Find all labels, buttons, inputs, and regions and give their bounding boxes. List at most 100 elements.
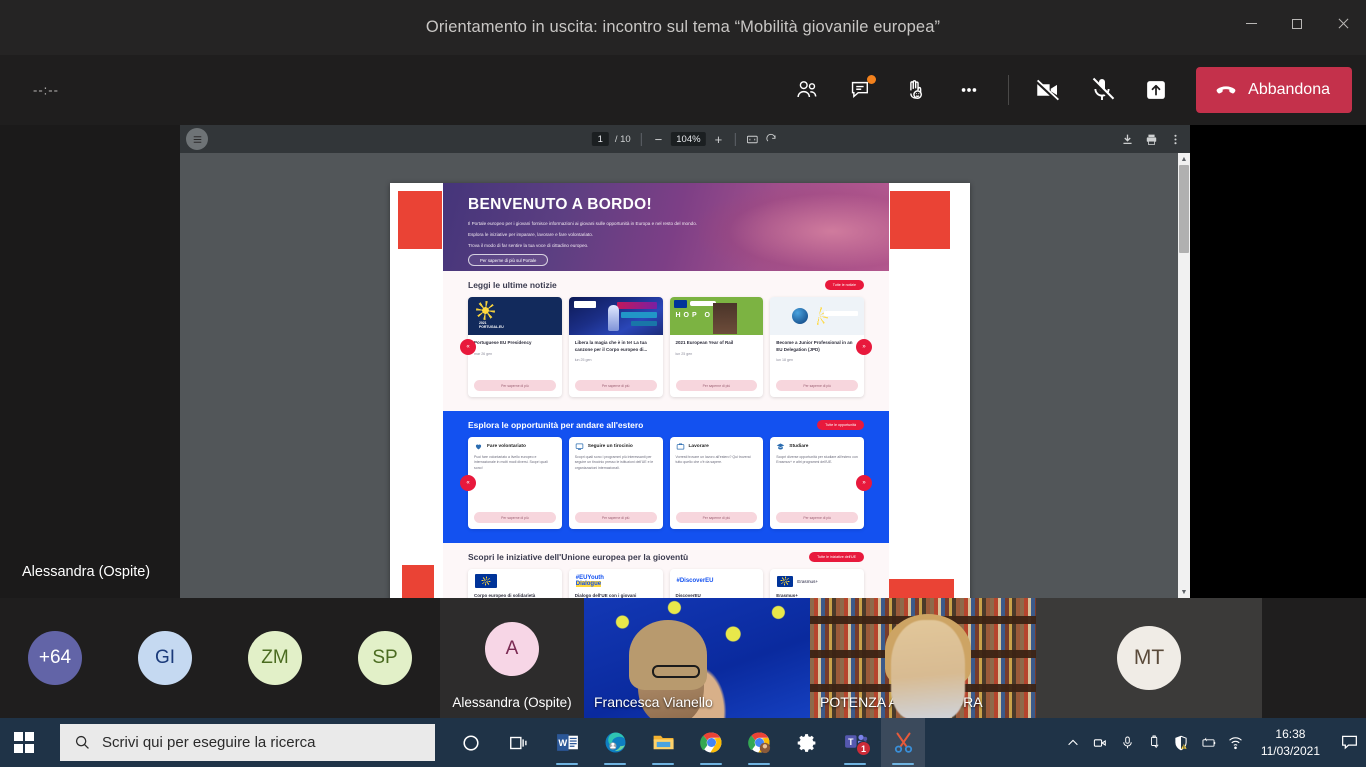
usb-eject-button[interactable] xyxy=(1141,718,1168,767)
pdf-more-button[interactable] xyxy=(1169,133,1182,146)
show-conversation-button[interactable] xyxy=(837,68,885,112)
scroll-down-arrow[interactable]: ▼ xyxy=(1178,586,1190,598)
pdf-download-button[interactable] xyxy=(1121,133,1134,146)
participant-tile-mt[interactable]: MT xyxy=(1036,598,1262,718)
news-card-cta[interactable]: Per saperne di più xyxy=(776,380,858,391)
opportunities-all-pill[interactable]: Tutte le opportunità xyxy=(817,420,864,430)
settings-button[interactable] xyxy=(785,718,829,767)
news-prev-arrow[interactable]: « xyxy=(460,339,476,355)
action-center-button[interactable] xyxy=(1332,718,1366,767)
news-card-thumb xyxy=(568,297,663,335)
opportunity-head: Studiare xyxy=(770,437,864,451)
news-all-pill[interactable]: Tutte le notizie xyxy=(824,280,864,290)
news-card[interactable]: 2021 PORTUGAL.EU Portuguese EU Presidency… xyxy=(468,297,562,397)
participants-roster: +64 GI ZM SP A Alessandra (Ospite) Franc xyxy=(0,598,1366,718)
pdf-print-button[interactable] xyxy=(1145,133,1158,146)
news-card-cta[interactable]: Per saperne di più xyxy=(574,380,657,391)
globe-shape xyxy=(792,308,809,324)
pdf-zoom-out-button[interactable]: − xyxy=(652,132,666,147)
video-tile-potenza-alessandra[interactable]: POTENZA ALESSANDRA xyxy=(810,598,1036,718)
opportunity-cta[interactable]: Per saperne di più xyxy=(675,512,758,523)
toggle-mic-button[interactable] xyxy=(1078,68,1126,112)
erasmus-eu-flag xyxy=(777,575,794,587)
snipping-tool-button[interactable] xyxy=(881,718,925,767)
initiative-card[interactable]: Corpo europeo di solidarietà Il Corpo eu… xyxy=(468,569,562,598)
news-card[interactable]: Libera la magia che è in te! La tua canz… xyxy=(568,297,663,397)
security-shield-button[interactable] xyxy=(1168,718,1195,767)
chrome-profile-button[interactable] xyxy=(737,718,781,767)
thumb-pill-block xyxy=(689,301,716,306)
pdf-scrollbar[interactable]: ▲ ▼ xyxy=(1178,153,1190,598)
leave-meeting-button[interactable]: Abbandona xyxy=(1196,67,1352,113)
pdf-page-input[interactable]: 1 xyxy=(591,132,609,146)
microphone-tray-button[interactable] xyxy=(1114,718,1141,767)
pdf-zoom-in-button[interactable]: + xyxy=(712,132,726,147)
cortana-button[interactable] xyxy=(449,718,493,767)
pdf-canvas[interactable]: BENVENUTO A BORDO! Il Portale europeo pe… xyxy=(180,153,1190,598)
taskbar-search-box[interactable]: Scrivi qui per eseguire la ricerca xyxy=(60,724,435,761)
reactions-button[interactable] xyxy=(891,68,939,112)
initiatives-title: Scopri le iniziative dell'Unione europea… xyxy=(468,552,689,562)
toggle-camera-button[interactable] xyxy=(1024,68,1072,112)
initiative-card[interactable]: #DiscoverEU DiscoverEU DiscoverEU è un'i… xyxy=(669,569,764,598)
opportunity-card[interactable]: Lavorare Vorresti trovare un lavoro all'… xyxy=(669,437,764,529)
window-controls xyxy=(1228,0,1366,47)
opportunity-card[interactable]: Seguire un tirocinio Scopri quali sono i… xyxy=(568,437,663,529)
opportunity-card[interactable]: Fare volontariato Puoi fare volontariato… xyxy=(468,437,562,529)
minimize-button[interactable] xyxy=(1228,0,1274,47)
file-explorer-button[interactable] xyxy=(641,718,685,767)
overflow-count-tile[interactable]: +64 xyxy=(0,598,110,718)
toolbar-divider-2 xyxy=(735,132,737,146)
video-tile-francesca-vianello[interactable]: Francesca Vianello xyxy=(584,598,810,718)
hero-cta-button[interactable]: Per saperne di più sul Portale xyxy=(468,254,549,266)
show-participants-button[interactable] xyxy=(783,68,831,112)
share-content-button[interactable] xyxy=(1132,68,1180,112)
search-placeholder: Scrivi qui per eseguire la ricerca xyxy=(102,734,316,751)
opportunities-next-arrow[interactable]: » xyxy=(856,475,872,491)
pdf-scrollbar-thumb[interactable] xyxy=(1179,165,1189,253)
more-actions-button[interactable] xyxy=(945,68,993,112)
video-person-silhouette xyxy=(891,619,966,718)
hero-banner: BENVENUTO A BORDO! Il Portale europeo pe… xyxy=(443,183,889,271)
news-card-cta[interactable]: Per saperne di più xyxy=(474,380,556,391)
initiative-card[interactable]: #EUYouth Dialogue Dialogo dell'UE con i … xyxy=(568,569,663,598)
opportunity-cta[interactable]: Per saperne di più xyxy=(474,512,556,523)
erasmus-plus-logo: Erasmus+ xyxy=(797,578,819,584)
participant-tile-zm[interactable]: ZM xyxy=(220,598,330,718)
opportunity-cta[interactable]: Per saperne di più xyxy=(574,512,657,523)
opportunities-prev-arrow[interactable]: « xyxy=(460,475,476,491)
news-next-arrow[interactable]: » xyxy=(856,339,872,355)
chrome-button[interactable] xyxy=(689,718,733,767)
news-header: Leggi le ultime notizie Tutte le notizie xyxy=(443,280,889,290)
opportunity-cta[interactable]: Per saperne di più xyxy=(776,512,858,523)
opportunity-card[interactable]: Studiare Scopri diverse opportunità per … xyxy=(770,437,864,529)
camera-tray-button[interactable] xyxy=(1087,718,1114,767)
initiative-card[interactable]: Erasmus+ Erasmus+ Erasmus+ è un programm… xyxy=(770,569,864,598)
close-button[interactable] xyxy=(1320,0,1366,47)
document-content: BENVENUTO A BORDO! Il Portale europeo pe… xyxy=(443,183,889,598)
edge-button[interactable] xyxy=(593,718,637,767)
news-card-cta[interactable]: Per saperne di più xyxy=(675,380,758,391)
show-hidden-icons-button[interactable] xyxy=(1060,718,1087,767)
battery-button[interactable] xyxy=(1195,718,1222,767)
participant-tile-sp[interactable]: SP xyxy=(330,598,440,718)
scroll-up-arrow[interactable]: ▲ xyxy=(1178,153,1190,165)
edge-icon xyxy=(605,732,625,753)
start-button[interactable] xyxy=(0,718,48,767)
initiatives-all-pill[interactable]: Tutte le iniziative dell'UE xyxy=(809,552,864,562)
news-card[interactable]: Become a Junior Professional in an EU De… xyxy=(770,297,864,397)
pdf-fit-page-button[interactable] xyxy=(746,133,759,146)
pdf-rotate-button[interactable] xyxy=(765,133,778,146)
participant-tile-gi[interactable]: GI xyxy=(110,598,220,718)
participant-tile-alessandra[interactable]: A Alessandra (Ospite) xyxy=(440,598,584,718)
task-view-button[interactable] xyxy=(497,718,541,767)
initiatives-carousel: « » Corpo europeo di solidarietà xyxy=(443,569,889,598)
news-card[interactable]: HOP ON! 2021 European Year of Rail lun 2… xyxy=(669,297,764,397)
maximize-button[interactable] xyxy=(1274,0,1320,47)
teams-notification-badge: 1 xyxy=(856,741,871,756)
pdf-sidebar-toggle[interactable] xyxy=(186,128,208,150)
wifi-button[interactable] xyxy=(1222,718,1249,767)
teams-button[interactable]: T 1 xyxy=(833,718,877,767)
taskbar-clock[interactable]: 16:38 11/03/2021 xyxy=(1249,726,1332,758)
word-button[interactable]: W xyxy=(545,718,589,767)
